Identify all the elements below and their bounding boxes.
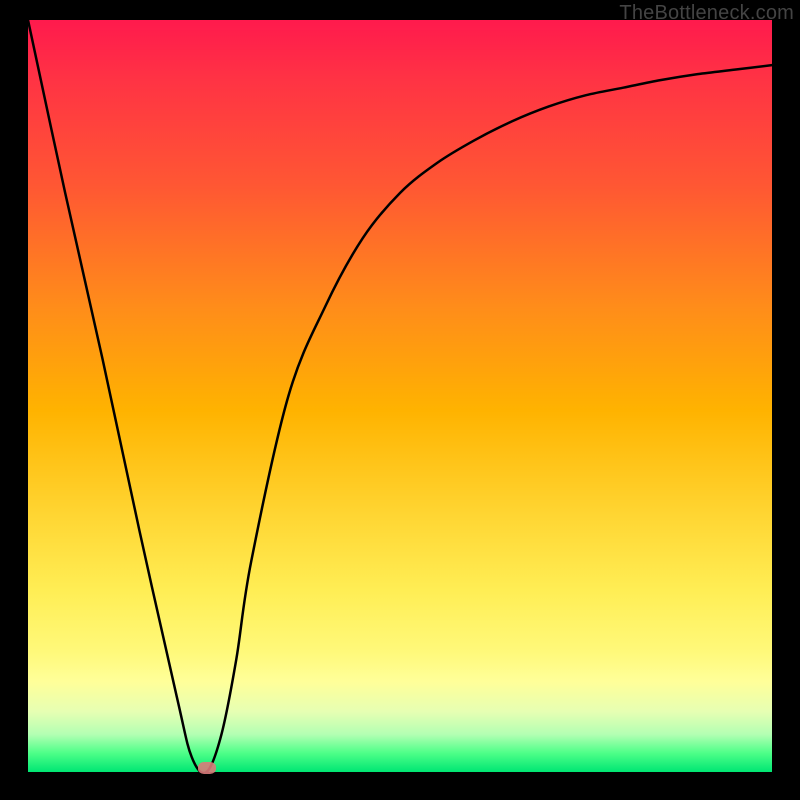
minimum-marker <box>198 762 216 774</box>
bottleneck-curve <box>28 20 772 772</box>
watermark-text: TheBottleneck.com <box>619 2 794 25</box>
chart-plot-area <box>28 20 772 772</box>
